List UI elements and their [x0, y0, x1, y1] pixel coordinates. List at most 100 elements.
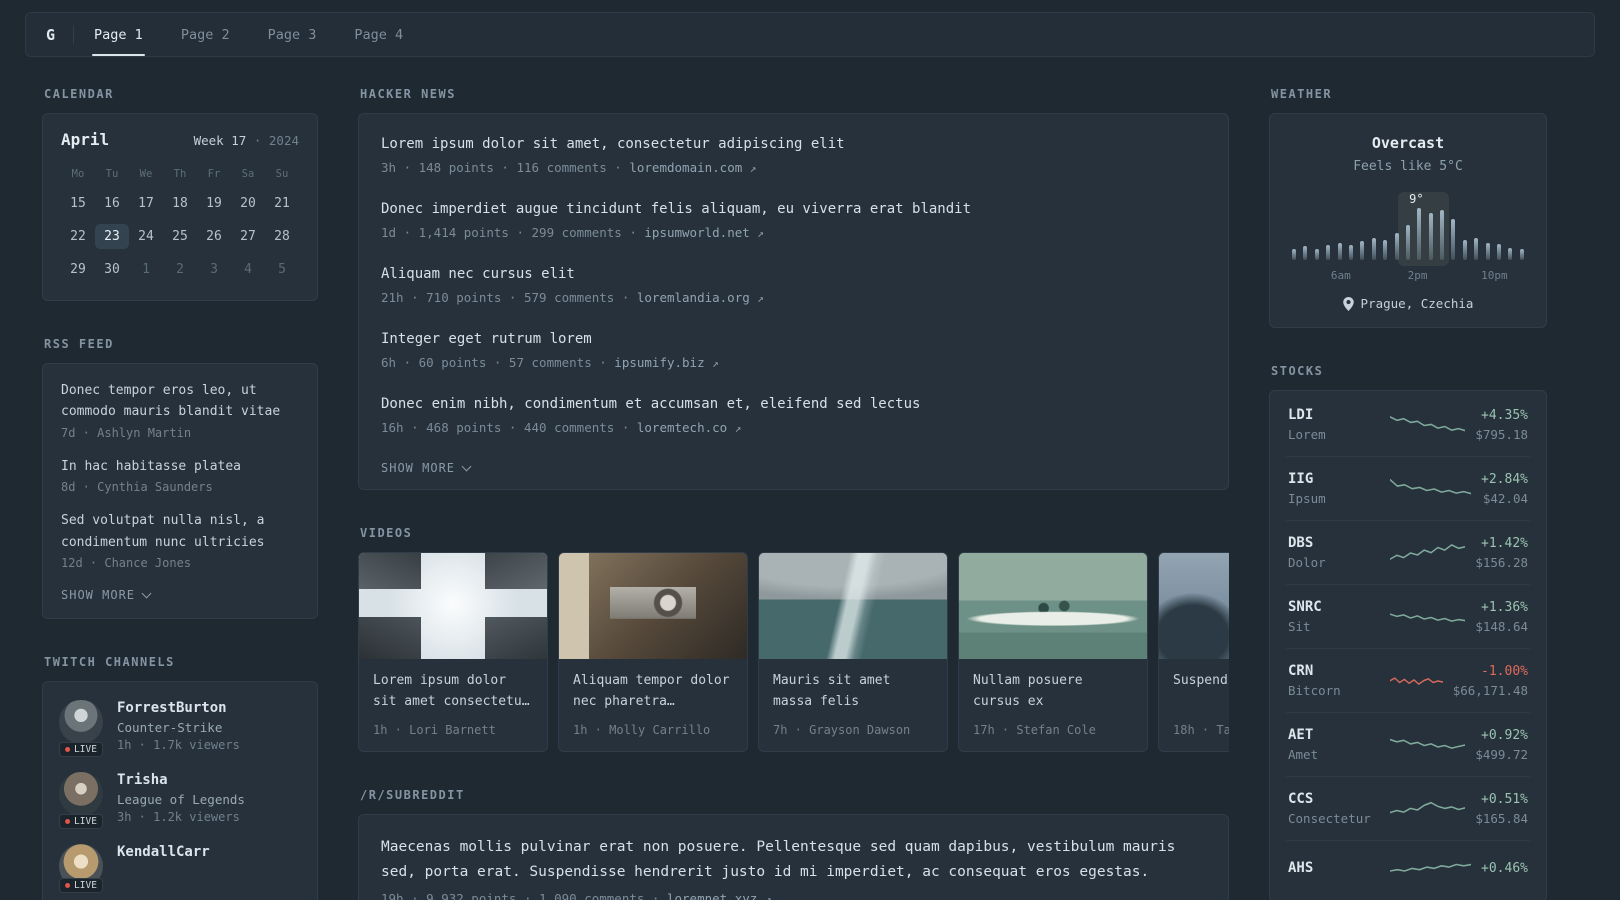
video-title[interactable]: Aliquam tempor dolor nec pharetra…: [573, 671, 733, 713]
post-domain-link[interactable]: loremnet.xyz ↗: [667, 891, 771, 900]
calendar-year: 2024: [268, 133, 299, 148]
stock-symbol: AET: [1288, 727, 1314, 743]
video-thumbnail[interactable]: [959, 553, 1147, 659]
stock-values: +2.84% $42.04: [1481, 472, 1528, 506]
story-domain-link[interactable]: loremlandia.org ↗: [637, 290, 764, 305]
video-thumbnail[interactable]: [559, 553, 747, 659]
stock-row[interactable]: DBS Dolor +1.42% $156.28: [1286, 520, 1530, 584]
stock-name: Amet: [1288, 747, 1319, 762]
story-title[interactable]: Donec enim nibh, condimentum et accumsan…: [381, 394, 1206, 415]
story-meta: 3h · 148 points · 116 comments · loremdo…: [381, 160, 1206, 175]
video-thumbnail[interactable]: [759, 553, 947, 659]
story-title[interactable]: Integer eget rutrum lorem: [381, 329, 1206, 350]
stock-row[interactable]: IIG Ipsum +2.84% $42.04: [1286, 456, 1530, 520]
app-logo[interactable]: G: [46, 13, 73, 56]
avatar[interactable]: LIVE: [59, 772, 103, 830]
stock-row[interactable]: AHS +0.46%: [1286, 840, 1530, 899]
story-title[interactable]: Donec imperdiet augue tincidunt felis al…: [381, 199, 1206, 220]
rss-widget: RSS FEED Donec tempor eros leo, ut commo…: [42, 337, 318, 620]
story-title[interactable]: Aliquam nec cursus elit: [381, 264, 1206, 285]
video-body: Aliquam tempor dolor nec pharetra… 1h · …: [559, 659, 747, 751]
post-title[interactable]: Maecenas mollis pulvinar erat non posuer…: [381, 835, 1206, 884]
domain-text: ipsumify.biz: [614, 355, 705, 370]
stock-name: Dolor: [1288, 555, 1326, 570]
live-label: LIVE: [74, 880, 97, 892]
channel-name[interactable]: ForrestBurton: [117, 700, 240, 716]
stock-row[interactable]: AET Amet +0.92% $499.72: [1286, 712, 1530, 776]
page-tab[interactable]: Page 3: [266, 13, 319, 56]
weather-bar: [1440, 210, 1445, 260]
page-tabs: Page 1 Page 2 Page 3 Page 4: [92, 13, 439, 56]
stock-id: AET Amet: [1288, 727, 1380, 762]
stock-id: SNRC Sit: [1288, 599, 1380, 634]
video-title[interactable]: Mauris sit amet massa felis: [773, 671, 933, 713]
avatar[interactable]: LIVE: [59, 844, 103, 894]
channel-name[interactable]: KendallCarr: [117, 844, 210, 860]
channel-info: KendallCarr: [117, 844, 210, 888]
stock-name: Consectetur: [1288, 811, 1371, 826]
avatar[interactable]: LIVE: [59, 700, 103, 758]
rss-show-more-button[interactable]: SHOW MORE: [61, 586, 152, 604]
story-domain-link[interactable]: loremtech.co ↗: [637, 420, 741, 435]
live-dot-icon: [65, 883, 71, 889]
weather-location-text: Prague, Czechia: [1360, 296, 1474, 311]
rss-item-title[interactable]: In hac habitasse platea: [61, 456, 299, 477]
video-meta: 1h · Molly Carrillo: [573, 723, 711, 737]
stock-sparkline: [1390, 676, 1443, 685]
video-thumbnail[interactable]: [359, 553, 547, 659]
page-tab[interactable]: Page 4: [352, 13, 405, 56]
live-dot-icon: [65, 747, 71, 753]
domain-text: loremdomain.com: [629, 160, 743, 175]
stock-symbol: AHS: [1288, 860, 1314, 876]
stock-change: +2.84%: [1481, 471, 1528, 487]
hackernews-show-more-button[interactable]: SHOW MORE: [381, 459, 472, 477]
stock-row[interactable]: CCS Consectetur +0.51% $165.84: [1286, 776, 1530, 840]
external-link-icon: ↗: [757, 227, 764, 240]
stock-row[interactable]: LDI Lorem +4.35% $795.18: [1286, 393, 1530, 456]
video-thumbnail[interactable]: [1159, 553, 1229, 659]
domain-text: loremtech.co: [636, 420, 728, 435]
video-title[interactable]: Suspendisse diam: [1173, 671, 1229, 713]
avatar-circle: [59, 772, 103, 817]
weather-widget: WEATHER Overcast Feels like 5°C 9° 6am 2…: [1269, 87, 1547, 328]
left-column: CALENDAR April Week 17 · 2024 Mo Tu We Th Fr…: [42, 87, 318, 900]
stock-symbol: DBS: [1288, 535, 1314, 551]
stock-row[interactable]: SNRC Sit +1.36% $148.64: [1286, 584, 1530, 648]
page-tab[interactable]: Page 2: [179, 13, 232, 56]
rss-item-meta: 7d · Ashlyn Martin: [61, 425, 192, 440]
hackernews-item: Donec imperdiet augue tincidunt felis al…: [381, 199, 1206, 240]
video-card: Lorem ipsum dolor sit amet consectetu… 1…: [358, 552, 548, 752]
stock-id: IIG Ipsum: [1288, 471, 1380, 506]
stock-price: $66,171.48: [1452, 682, 1528, 698]
stock-values: +0.51% $165.84: [1475, 792, 1528, 826]
calendar-day: 17: [138, 196, 154, 211]
video-meta: 18h · Tara: [1173, 723, 1229, 737]
videos-row: Lorem ipsum dolor sit amet consectetu… 1…: [358, 552, 1229, 752]
stock-row[interactable]: CRN Bitcorn -1.00% $66,171.48: [1286, 648, 1530, 712]
weather-time-label: 10pm: [1481, 269, 1508, 282]
page-tab[interactable]: Page 1: [92, 13, 145, 56]
rss-item-title[interactable]: Donec tempor eros leo, ut commodo mauris…: [61, 380, 299, 423]
story-domain-link[interactable]: ipsumworld.net ↗: [644, 225, 764, 240]
show-more-label: SHOW MORE: [61, 588, 136, 603]
stock-sparkline: [1390, 612, 1466, 622]
location-pin-icon: [1342, 296, 1354, 311]
channel-name[interactable]: Trisha: [117, 772, 245, 788]
stocks-section-title: STOCKS: [1271, 364, 1324, 378]
calendar-day: 26: [206, 229, 222, 244]
calendar-day-header: Tu: [105, 168, 119, 180]
calendar-grid: Mo Tu We Th Fr Sa Su 15 16 17 18 19 20 21 22 23 24 25 26 2…: [61, 165, 299, 282]
story-domain-link[interactable]: loremdomain.com ↗: [629, 160, 756, 175]
video-title[interactable]: Lorem ipsum dolor sit amet consectetu…: [373, 671, 533, 713]
stock-id: CCS Consectetur: [1288, 791, 1380, 826]
story-domain-link[interactable]: ipsumify.biz ↗: [614, 355, 718, 370]
avatar-circle: [59, 700, 103, 745]
story-title[interactable]: Lorem ipsum dolor sit amet, consectetur …: [381, 134, 1206, 155]
stock-name: Bitcorn: [1288, 683, 1341, 698]
weather-bar: [1451, 219, 1456, 260]
story-meta-text: 1d · 1,414 points · 299 comments ·: [381, 225, 645, 240]
video-title[interactable]: Nullam posuere cursus ex: [973, 671, 1133, 713]
stock-price: $148.64: [1475, 618, 1528, 634]
rss-item-title[interactable]: Sed volutpat nulla nisl, a condimentum n…: [61, 510, 299, 553]
calendar-day: 16: [104, 196, 120, 211]
